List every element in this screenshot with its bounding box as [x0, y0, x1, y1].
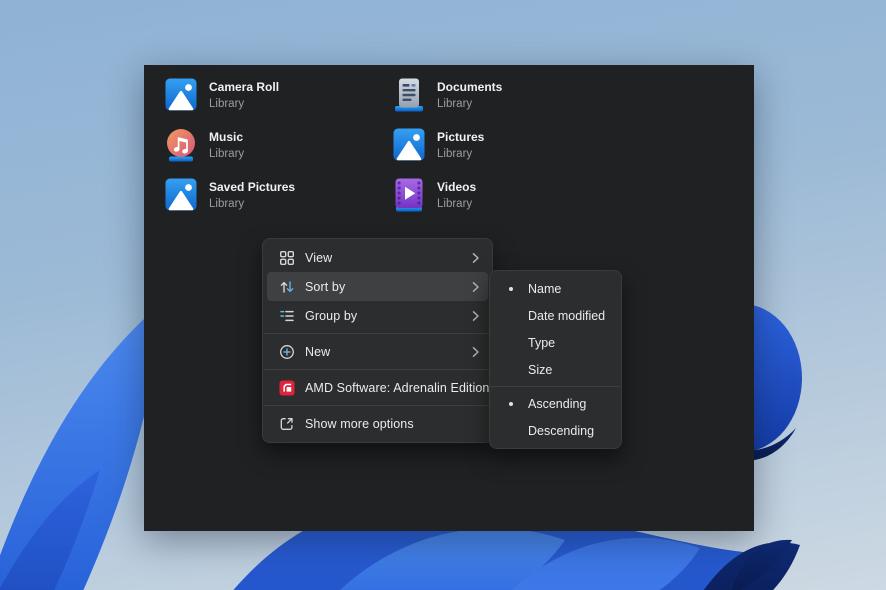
menu-item-label: Sort by — [305, 279, 346, 294]
menu-item-label: View — [305, 250, 333, 265]
menu-item-label: Show more options — [305, 416, 414, 431]
desktop: Camera Roll Library Documents Library Mu… — [0, 0, 886, 590]
submenu-item-label: Date modified — [528, 308, 606, 323]
submenu-item-label: Descending — [528, 423, 595, 438]
menu-item-label: Group by — [305, 308, 358, 323]
sort-arrows-icon — [280, 280, 294, 293]
library-type: Library — [209, 148, 245, 160]
view-grid-icon — [280, 250, 295, 265]
chevron-right-icon — [472, 252, 480, 264]
submenu-item-date-modified[interactable]: Date modified — [494, 302, 617, 329]
amd-logo-icon — [279, 380, 295, 395]
library-type: Library — [209, 198, 245, 210]
library-name: Camera Roll — [209, 80, 280, 94]
menu-item-show-more-options[interactable]: Show more options — [267, 409, 488, 438]
library-type: Library — [209, 98, 245, 110]
library-name: Documents — [437, 80, 503, 94]
pictures-library-icon — [162, 176, 200, 214]
library-type: Library — [437, 98, 473, 110]
library-type: Library — [437, 148, 473, 160]
submenu-item-label: Size — [528, 362, 553, 377]
new-item-icon — [280, 344, 294, 359]
submenu-item-label: Name — [528, 281, 562, 296]
pictures-library-icon — [390, 126, 428, 164]
menu-item-sort-by[interactable]: Sort by — [267, 272, 488, 301]
videos-library-icon — [390, 176, 428, 214]
documents-library-icon — [390, 76, 428, 114]
library-item-camera-roll[interactable]: Camera Roll Library — [162, 76, 279, 114]
selected-radio-dot — [494, 368, 528, 372]
menu-item-label: New — [305, 344, 331, 359]
menu-item-label: AMD Software: Adrenalin Edition — [305, 380, 490, 395]
menu-item-amd-software[interactable]: AMD Software: Adrenalin Edition — [267, 373, 490, 402]
chevron-right-icon — [472, 346, 480, 358]
menu-item-new[interactable]: New — [267, 337, 488, 366]
selected-radio-dot — [494, 429, 528, 433]
library-name: Videos — [437, 180, 477, 194]
submenu-item-type[interactable]: Type — [494, 329, 617, 356]
submenu-item-size[interactable]: Size — [494, 356, 617, 383]
submenu-item-label: Type — [528, 335, 556, 350]
music-library-icon — [162, 126, 200, 164]
menu-separator — [264, 405, 491, 406]
library-name: Pictures — [437, 130, 485, 144]
menu-separator — [264, 369, 491, 370]
chevron-right-icon — [472, 281, 480, 293]
library-item-music[interactable]: Music Library — [162, 126, 244, 164]
library-name: Saved Pictures — [209, 180, 296, 194]
library-item-videos[interactable]: Videos Library — [390, 176, 476, 214]
menu-item-group-by[interactable]: Group by — [267, 301, 488, 330]
submenu-item-name[interactable]: Name — [494, 275, 617, 302]
submenu-item-ascending[interactable]: Ascending — [494, 390, 617, 417]
submenu-item-label: Ascending — [528, 396, 587, 411]
context-menu: View Sort by Group by New AMD Software: … — [262, 238, 493, 443]
show-more-options-icon — [280, 417, 293, 430]
submenu-item-descending[interactable]: Descending — [494, 417, 617, 444]
library-item-pictures[interactable]: Pictures Library — [390, 126, 484, 164]
library-item-saved-pictures[interactable]: Saved Pictures Library — [162, 176, 295, 214]
selected-radio-dot — [494, 286, 528, 291]
library-type: Library — [437, 198, 473, 210]
menu-separator — [264, 333, 491, 334]
chevron-right-icon — [472, 310, 480, 322]
pictures-library-icon — [162, 76, 200, 114]
library-name: Music — [209, 130, 244, 144]
selected-radio-dot — [494, 314, 528, 318]
group-list-icon — [280, 310, 294, 321]
menu-separator — [491, 386, 620, 387]
menu-item-view[interactable]: View — [267, 243, 488, 272]
library-item-documents[interactable]: Documents Library — [390, 76, 502, 114]
sort-by-submenu: Name Date modified Type Size Ascending D… — [489, 270, 622, 449]
selected-radio-dot — [494, 401, 528, 406]
selected-radio-dot — [494, 341, 528, 345]
